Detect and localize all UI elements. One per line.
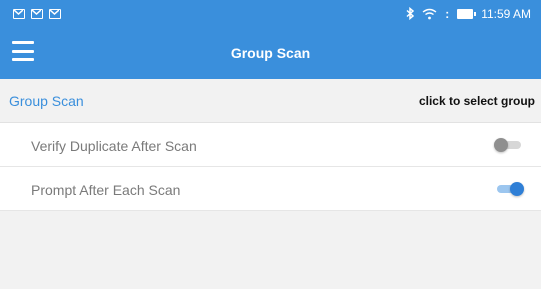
page-title: Group Scan [230, 45, 311, 61]
verify-duplicate-toggle[interactable] [494, 138, 524, 152]
signal-dots-icon: : [445, 6, 450, 21]
app-bar: Group Scan [0, 27, 541, 79]
mail-icon [13, 8, 25, 19]
notification-icons [13, 8, 61, 19]
setting-label: Prompt After Each Scan [31, 182, 181, 198]
select-group-link[interactable]: click to select group [419, 94, 535, 108]
toggle-thumb [494, 138, 508, 152]
prompt-after-scan-toggle[interactable] [494, 182, 524, 196]
setting-prompt-after-scan[interactable]: Prompt After Each Scan [0, 167, 541, 211]
status-bar: : 11:59 AM [0, 0, 541, 27]
battery-icon [457, 8, 477, 19]
setting-verify-duplicate[interactable]: Verify Duplicate After Scan [0, 123, 541, 167]
bluetooth-icon [406, 7, 415, 20]
wifi-icon [422, 8, 437, 19]
mail-icon [31, 8, 43, 19]
screen: : 11:59 AM Group Scan Group Scan click t… [0, 0, 541, 289]
group-select-row[interactable]: Group Scan click to select group [0, 79, 541, 123]
toggle-thumb [510, 182, 524, 196]
status-time: 11:59 AM [481, 6, 531, 21]
mail-icon [49, 8, 61, 19]
system-icons: : 11:59 AM [406, 7, 531, 21]
setting-label: Verify Duplicate After Scan [31, 138, 197, 154]
group-label: Group Scan [9, 93, 84, 109]
